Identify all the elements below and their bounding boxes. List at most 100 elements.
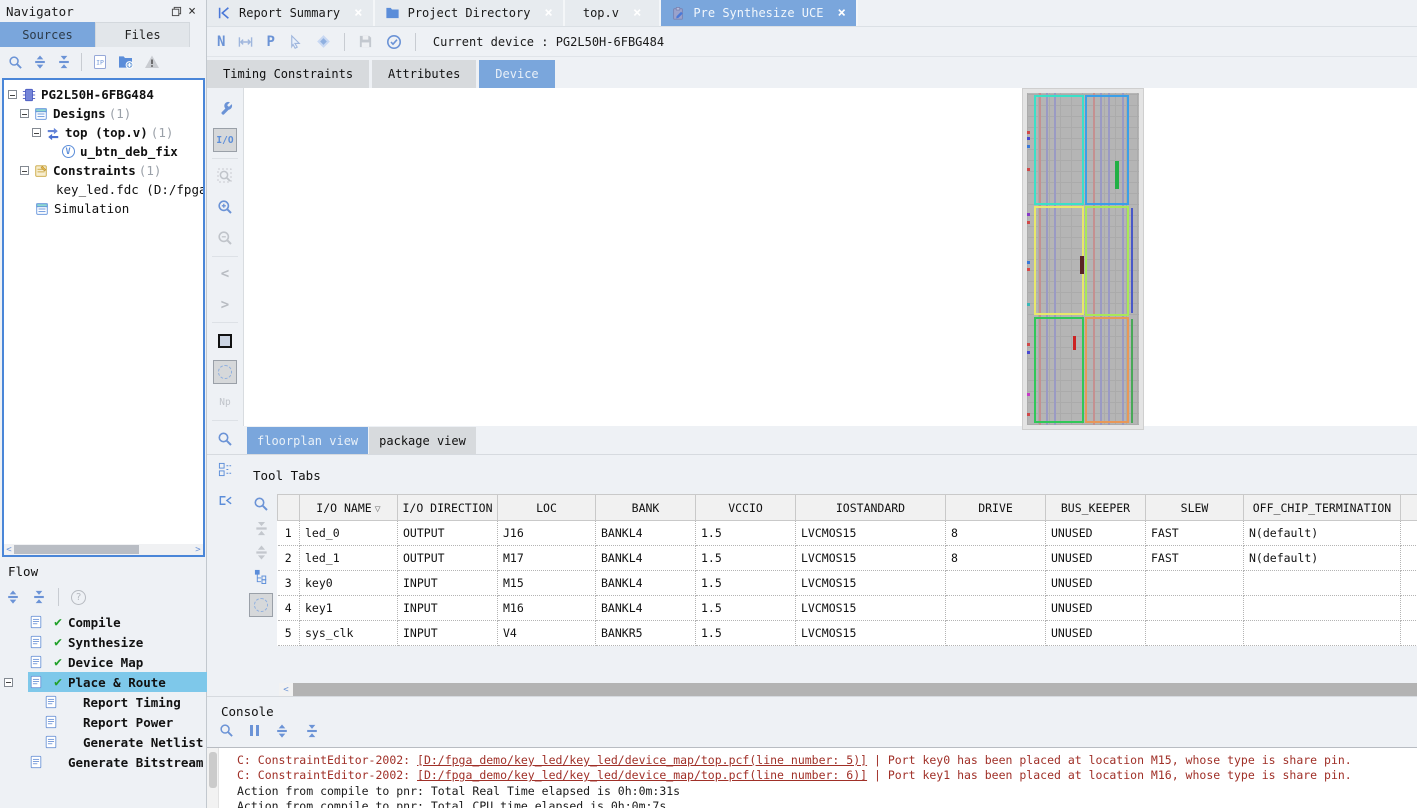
- ip-core-icon[interactable]: IP: [92, 54, 108, 70]
- measure-icon[interactable]: [238, 36, 253, 48]
- table-cell[interactable]: LVCMOS15: [796, 546, 946, 571]
- table-cell[interactable]: [1244, 571, 1401, 596]
- table-cell[interactable]: V4: [498, 621, 596, 646]
- flow-step-report-power[interactable]: Report Power: [0, 712, 207, 732]
- table-cell[interactable]: 1.5: [696, 571, 796, 596]
- search-icon[interactable]: [207, 423, 243, 454]
- table-cell[interactable]: FAST: [1146, 546, 1244, 571]
- expander-icon[interactable]: [20, 109, 29, 118]
- column-header[interactable]: I/O DIRECTION: [398, 495, 498, 521]
- table-cell[interactable]: 1.5: [696, 621, 796, 646]
- floorplan-region-top-left[interactable]: [1034, 95, 1084, 205]
- console-vscrollbar[interactable]: [207, 748, 219, 808]
- floorplan-region-bottom-left[interactable]: [1034, 317, 1084, 423]
- flow-step-synthesize[interactable]: ✔ Synthesize: [0, 632, 207, 652]
- scroll-right-icon[interactable]: >: [193, 545, 203, 555]
- table-cell[interactable]: BANKL4: [596, 571, 696, 596]
- floorplan-die[interactable]: [1027, 93, 1139, 425]
- check-circle-icon[interactable]: [386, 34, 402, 50]
- flow-step-device-map[interactable]: ✔ Device Map: [0, 652, 207, 672]
- zoom-out-icon[interactable]: [207, 223, 243, 254]
- table-cell[interactable]: led_1: [300, 546, 398, 571]
- tree-item-constraints[interactable]: Constraints (1): [4, 161, 203, 180]
- pin-assign-icon[interactable]: P: [266, 34, 274, 50]
- expander-icon[interactable]: [32, 128, 41, 137]
- table-cell[interactable]: BANKR5: [596, 621, 696, 646]
- warning-icon[interactable]: [144, 54, 160, 70]
- no-placement-icon[interactable]: Np: [207, 387, 243, 418]
- console-file-link[interactable]: [D:/fpga_demo/key_led/key_led/device_map…: [417, 753, 867, 767]
- tree-item-device[interactable]: PG2L50H-6FBG484: [4, 85, 203, 104]
- table-cell[interactable]: INPUT: [398, 571, 498, 596]
- table-cell[interactable]: FAST: [1146, 521, 1244, 546]
- console-file-link[interactable]: [D:/fpga_demo/key_led/key_led/device_map…: [417, 768, 867, 782]
- wrench-icon[interactable]: [207, 94, 243, 125]
- tab-package-view[interactable]: package view: [369, 427, 476, 454]
- column-header[interactable]: SLEW: [1146, 495, 1244, 521]
- table-cell[interactable]: sys_clk: [300, 621, 398, 646]
- table-cell[interactable]: 1.5: [696, 521, 796, 546]
- column-header[interactable]: VCCIO: [696, 495, 796, 521]
- highlight-mode-button[interactable]: [249, 593, 273, 617]
- scroll-thumb[interactable]: [293, 683, 1417, 696]
- table-row[interactable]: 1led_0OUTPUTJ16BANKL41.5LVCMOS158UNUSEDF…: [278, 521, 1417, 546]
- flow-step-compile[interactable]: ✔ Compile: [0, 612, 207, 632]
- table-cell[interactable]: [1244, 596, 1401, 621]
- tree-view-icon[interactable]: [254, 569, 269, 584]
- float-panel-icon[interactable]: [168, 3, 184, 19]
- flow-step-generate-bitstream[interactable]: Generate Bitstream: [0, 752, 207, 772]
- scroll-left-icon[interactable]: <: [279, 683, 293, 696]
- table-row[interactable]: 2led_1OUTPUTM17BANKL41.5LVCMOS158UNUSEDF…: [278, 546, 1417, 571]
- tab-attributes[interactable]: Attributes: [372, 60, 476, 88]
- close-panel-icon[interactable]: ×: [184, 3, 200, 19]
- expander-icon[interactable]: [4, 678, 13, 687]
- column-header[interactable]: BANK: [596, 495, 696, 521]
- search-icon[interactable]: [253, 496, 269, 512]
- table-cell[interactable]: [1146, 571, 1244, 596]
- tree-item-top[interactable]: top (top.v) (1): [4, 123, 203, 142]
- collapse-all-icon[interactable]: [254, 521, 269, 536]
- table-hscrollbar[interactable]: <: [279, 683, 1417, 696]
- table-row[interactable]: 3key0INPUTM15BANKL41.5LVCMOS15UNUSED: [278, 571, 1417, 596]
- close-tab-icon[interactable]: ×: [544, 5, 552, 21]
- column-header[interactable]: OFF_CHIP_TERMINATION: [1244, 495, 1401, 521]
- hierarchy-icon[interactable]: [207, 454, 243, 485]
- tab-report-summary[interactable]: Report Summary ×: [207, 0, 375, 26]
- close-tab-icon[interactable]: ×: [837, 5, 845, 21]
- table-cell[interactable]: key1: [300, 596, 398, 621]
- tab-project-directory[interactable]: Project Directory ×: [375, 0, 565, 26]
- table-cell[interactable]: LVCMOS15: [796, 596, 946, 621]
- table-row[interactable]: 5sys_clkINPUTV4BANKR51.5LVCMOS15UNUSED: [278, 621, 1417, 646]
- tab-timing-constraints[interactable]: Timing Constraints: [207, 60, 369, 88]
- collapse-all-icon[interactable]: [32, 590, 46, 604]
- sort-icon[interactable]: ▽: [375, 504, 381, 515]
- zoom-in-icon[interactable]: [207, 192, 243, 223]
- add-folder-icon[interactable]: [118, 54, 134, 70]
- full-view-icon[interactable]: [207, 325, 243, 356]
- sources-tree-hscrollbar[interactable]: < >: [4, 544, 203, 555]
- table-cell[interactable]: [1244, 621, 1401, 646]
- table-cell[interactable]: 1.5: [696, 546, 796, 571]
- table-cell[interactable]: BANKL4: [596, 546, 696, 571]
- tab-top-v[interactable]: top.v ×: [565, 0, 662, 26]
- column-header[interactable]: DRIVE: [946, 495, 1046, 521]
- scroll-left-icon[interactable]: <: [4, 545, 14, 555]
- table-cell[interactable]: INPUT: [398, 621, 498, 646]
- expand-all-icon[interactable]: [6, 590, 20, 604]
- table-cell[interactable]: [1146, 596, 1244, 621]
- table-cell[interactable]: LVCMOS15: [796, 571, 946, 596]
- diamond-icon[interactable]: [316, 34, 331, 49]
- table-cell[interactable]: UNUSED: [1046, 571, 1146, 596]
- save-icon[interactable]: [358, 34, 373, 49]
- table-cell[interactable]: [946, 596, 1046, 621]
- collapse-all-icon[interactable]: [57, 55, 71, 69]
- floorplan-region-bottom-right[interactable]: [1085, 317, 1129, 423]
- collapse-all-icon[interactable]: [305, 724, 319, 738]
- column-header[interactable]: BUS_KEEPER: [1046, 495, 1146, 521]
- table-cell[interactable]: [946, 571, 1046, 596]
- table-row[interactable]: 4key1INPUTM16BANKL41.5LVCMOS15UNUSED: [278, 596, 1417, 621]
- help-icon[interactable]: ?: [71, 590, 86, 605]
- expander-icon[interactable]: [8, 90, 17, 99]
- flow-step-report-timing[interactable]: Report Timing: [0, 692, 207, 712]
- tab-sources[interactable]: Sources: [0, 22, 95, 47]
